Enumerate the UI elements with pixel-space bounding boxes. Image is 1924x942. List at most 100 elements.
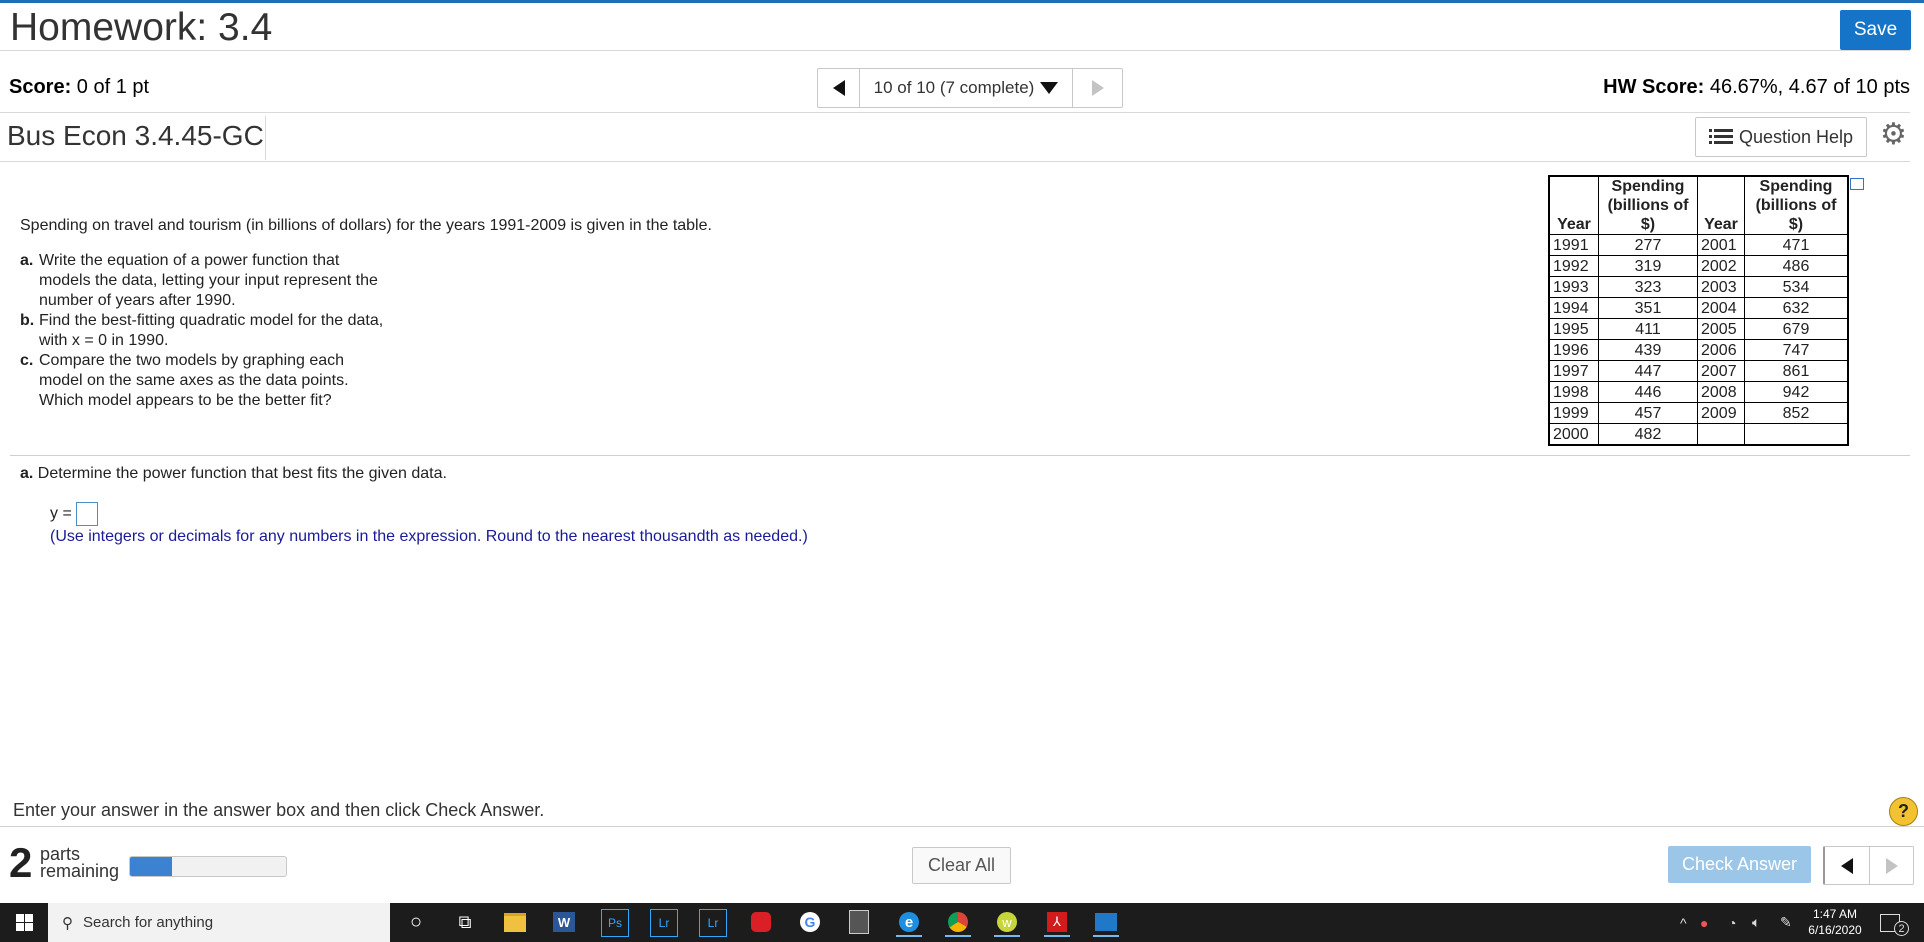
table-row: 2000 482 xyxy=(1548,423,1849,446)
previous-question-button[interactable] xyxy=(1825,847,1870,884)
column-header-year: Year xyxy=(1548,175,1599,235)
answer-input[interactable] xyxy=(75,502,98,526)
acrobat-icon[interactable]: ⅄ xyxy=(1044,909,1070,937)
arrow-right-icon xyxy=(1091,80,1104,96)
photos-icon[interactable] xyxy=(1093,909,1119,937)
year-cell: 1992 xyxy=(1548,255,1599,277)
wifi-icon[interactable]: ◔ xyxy=(1728,903,1736,942)
problem-part-b: b. Find the best-fitting quadratic model … xyxy=(20,312,384,349)
task-view-icon[interactable]: ⧉ xyxy=(452,909,478,935)
year-cell: 1998 xyxy=(1548,381,1599,403)
calculator-icon[interactable] xyxy=(846,909,872,935)
cortana-icon[interactable]: ○ xyxy=(403,909,429,935)
year-cell: 2002 xyxy=(1697,255,1745,277)
volume-icon[interactable]: 🔈︎ xyxy=(1752,903,1760,942)
lightroom-icon[interactable]: Lr xyxy=(650,909,678,937)
notification-count: 2 xyxy=(1894,921,1909,936)
tray-chevron-icon[interactable]: ^ xyxy=(1680,903,1687,942)
year-cell: 1993 xyxy=(1548,276,1599,298)
clock-time: 1:47 AM xyxy=(1812,907,1858,921)
part-prompt-text: Determine the power function that best f… xyxy=(33,465,447,482)
system-clock[interactable]: 1:47 AM 6/16/2020 xyxy=(1800,906,1870,938)
year-cell: 2001 xyxy=(1697,234,1745,256)
parts-remaining-count: 2 xyxy=(9,839,33,886)
spending-cell: 411 xyxy=(1598,318,1698,340)
question-select-dropdown[interactable]: 10 of 10 (7 complete) xyxy=(860,69,1073,107)
divider xyxy=(265,116,266,160)
year-cell: 1999 xyxy=(1548,402,1599,424)
problem-part-a: a. Write the equation of a power function… xyxy=(20,252,378,309)
gear-icon[interactable]: ⚙ xyxy=(1880,120,1907,150)
check-answer-button[interactable]: Check Answer xyxy=(1668,846,1811,883)
answer-hint: (Use integers or decimals for any number… xyxy=(50,528,808,545)
photoshop-icon[interactable]: Ps xyxy=(601,909,629,937)
column-header-year: Year xyxy=(1697,175,1745,235)
spending-cell xyxy=(1744,423,1849,446)
spending-cell: 942 xyxy=(1744,381,1849,403)
google-icon[interactable]: G xyxy=(797,909,823,935)
pen-icon[interactable]: ✎ xyxy=(1780,903,1792,942)
table-row: 1993 323 2003 534 xyxy=(1548,276,1849,298)
score-display: Score: 0 of 1 pt xyxy=(9,76,149,99)
year-cell: 1991 xyxy=(1548,234,1599,256)
divider xyxy=(0,161,1910,162)
hw-score-display: HW Score: 46.67%, 4.67 of 10 pts xyxy=(1603,76,1910,99)
problem-parts: a. Write the equation of a power function… xyxy=(20,251,390,411)
top-accent-bar xyxy=(0,0,1924,3)
spending-cell: 861 xyxy=(1744,360,1849,382)
lightroom-classic-icon[interactable]: Lr xyxy=(699,909,727,937)
word-icon[interactable]: W xyxy=(551,909,577,935)
table-row: 1999 457 2009 852 xyxy=(1548,402,1849,424)
divider xyxy=(10,455,1910,456)
y-equals-label: y = xyxy=(50,505,72,522)
year-cell: 1997 xyxy=(1548,360,1599,382)
save-button[interactable]: Save xyxy=(1840,10,1911,50)
spending-cell: 534 xyxy=(1744,276,1849,298)
year-cell: 2009 xyxy=(1697,402,1745,424)
help-icon[interactable]: ? xyxy=(1889,797,1918,826)
page-title: Homework: 3.4 xyxy=(10,6,273,49)
divider xyxy=(0,50,1910,51)
file-explorer-icon[interactable] xyxy=(502,909,528,935)
clear-all-button[interactable]: Clear All xyxy=(912,847,1011,884)
caret-down-icon xyxy=(1040,82,1059,94)
year-cell: 1995 xyxy=(1548,318,1599,340)
table-row: 1998 446 2008 942 xyxy=(1548,381,1849,403)
spending-cell: 852 xyxy=(1744,402,1849,424)
notifications-icon[interactable]: 2 xyxy=(1880,903,1915,942)
chrome-icon[interactable] xyxy=(945,909,971,937)
spending-cell: 439 xyxy=(1598,339,1698,361)
table-row: 1996 439 2006 747 xyxy=(1548,339,1849,361)
wondershare-icon[interactable]: w xyxy=(994,909,1020,937)
data-table: Year Spending (billions of $) Year Spend… xyxy=(1548,175,1849,446)
year-cell: 1994 xyxy=(1548,297,1599,319)
windows-start-icon[interactable] xyxy=(16,914,33,931)
spending-cell: 447 xyxy=(1598,360,1698,382)
edge-icon[interactable]: e xyxy=(896,909,922,937)
taskbar-search-box[interactable]: ⚲ Search for anything xyxy=(48,903,390,942)
creative-cloud-icon[interactable] xyxy=(748,909,774,935)
arrow-left-icon xyxy=(1841,857,1853,874)
year-cell xyxy=(1697,423,1745,446)
previous-question-button[interactable] xyxy=(818,69,860,107)
arrow-left-icon xyxy=(832,80,845,96)
copy-table-icon[interactable] xyxy=(1850,178,1864,190)
question-position-label: 10 of 10 (7 complete) xyxy=(873,78,1035,97)
spending-cell: 323 xyxy=(1598,276,1698,298)
spending-cell: 457 xyxy=(1598,402,1698,424)
next-question-button[interactable] xyxy=(1870,847,1913,884)
question-help-button[interactable]: Question Help xyxy=(1695,117,1867,157)
spending-cell: 482 xyxy=(1598,423,1698,446)
table-header-row: Year Spending (billions of $) Year Spend… xyxy=(1548,175,1849,235)
arrow-right-icon xyxy=(1885,857,1898,874)
next-question-button[interactable] xyxy=(1073,69,1122,107)
column-header-spending: Spending (billions of $) xyxy=(1598,175,1698,235)
network-warning-icon[interactable]: ● xyxy=(1700,903,1708,942)
table-row: 1995 411 2005 679 xyxy=(1548,318,1849,340)
spending-cell: 319 xyxy=(1598,255,1698,277)
question-id: Bus Econ 3.4.45-GC xyxy=(7,120,264,151)
windows-taskbar: ⚲ Search for anything ○ ⧉ W Ps Lr Lr G e… xyxy=(0,903,1924,942)
table-row: 1992 319 2002 486 xyxy=(1548,255,1849,277)
year-cell: 2000 xyxy=(1548,423,1599,446)
search-icon: ⚲ xyxy=(62,914,73,932)
